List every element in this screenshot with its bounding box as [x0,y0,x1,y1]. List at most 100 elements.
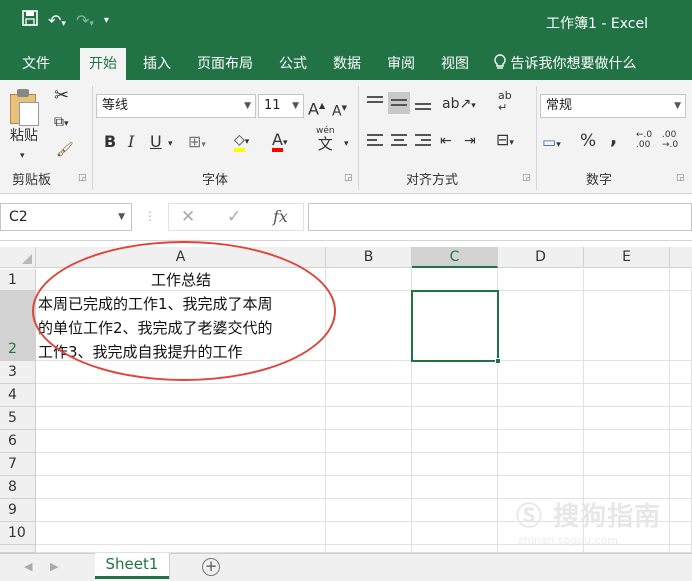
column-header-b[interactable]: B [326,247,412,268]
align-left-icon[interactable] [364,130,386,152]
cell[interactable] [36,407,326,430]
cell[interactable] [412,545,498,553]
clipboard-launcher-icon[interactable]: ◲ [78,173,87,183]
cell[interactable] [670,291,692,361]
cell[interactable] [326,545,412,553]
paste-dropdown-icon[interactable]: ▾ [20,146,25,166]
cell[interactable] [412,499,498,522]
cell[interactable] [326,384,412,407]
row-header-1[interactable]: 1 [0,269,36,291]
tab-view[interactable]: 视图 [432,48,478,80]
accounting-format-icon[interactable]: ▭▾ [542,132,561,155]
cell[interactable] [36,545,326,553]
align-right-icon[interactable] [412,130,434,152]
cell[interactable] [584,269,670,291]
tab-data[interactable]: 数据 [324,48,370,80]
fill-handle[interactable] [495,358,501,364]
cell[interactable] [498,430,584,453]
cell[interactable] [670,407,692,430]
cell[interactable] [412,407,498,430]
phonetic-dropdown-icon[interactable]: ▾ [344,134,349,154]
row-header-5[interactable]: 5 [0,407,36,430]
name-box[interactable]: C2 ▼ [0,203,132,231]
cell[interactable] [498,361,584,384]
cell[interactable] [670,269,692,291]
underline-dropdown-icon[interactable]: ▾ [168,134,173,154]
cell[interactable] [36,361,326,384]
cell[interactable] [670,384,692,407]
cell[interactable] [584,291,670,361]
scroll-left-icon[interactable]: ◀ [24,560,32,573]
formula-input[interactable] [308,203,692,231]
column-header-c[interactable]: C [412,247,498,268]
cell[interactable] [670,453,692,476]
merge-center-icon[interactable]: ⊟▾ [496,130,514,153]
cell[interactable] [326,269,412,291]
paste-label[interactable]: 粘贴 [10,126,38,146]
cell[interactable] [498,407,584,430]
cell[interactable] [412,430,498,453]
cell[interactable] [36,499,326,522]
italic-button[interactable]: I [128,132,134,152]
cell[interactable] [412,269,498,291]
cell[interactable] [498,453,584,476]
increase-font-size-button[interactable]: A▲ [308,96,325,119]
cell[interactable] [412,476,498,499]
phonetic-guide-icon[interactable]: wén 文 [316,126,335,153]
cell[interactable] [670,522,692,545]
column-header-e[interactable]: E [584,247,670,268]
tab-review[interactable]: 审阅 [378,48,424,80]
copy-icon[interactable]: ⧉▾ [54,112,69,134]
decrease-font-size-button[interactable]: A▼ [332,98,347,122]
cell[interactable] [670,361,692,384]
number-format-select[interactable]: 常规 ▼ [540,94,686,118]
cell[interactable] [584,384,670,407]
format-painter-icon[interactable]: 🖌 [56,140,74,160]
cell[interactable] [36,476,326,499]
cell[interactable] [326,407,412,430]
cell[interactable] [36,522,326,545]
font-launcher-icon[interactable]: ◲ [344,173,353,183]
cell[interactable] [670,430,692,453]
column-header-a[interactable]: A [36,247,326,268]
cell-a2[interactable]: 本周已完成的工作1、我完成了本周 的单位工作2、我完成了老婆交代的 工作3、我完… [38,292,328,364]
percent-style-button[interactable]: % [580,131,596,151]
row-header-11[interactable] [0,545,36,553]
middle-align-icon[interactable] [388,92,410,114]
cell[interactable] [584,361,670,384]
cell[interactable] [326,430,412,453]
cell[interactable] [36,384,326,407]
scroll-right-icon[interactable]: ▶ [50,560,58,573]
cell[interactable] [584,453,670,476]
cell[interactable] [412,361,498,384]
cell[interactable] [498,269,584,291]
add-sheet-icon[interactable]: + [202,558,220,576]
cell[interactable] [584,407,670,430]
tab-formulas[interactable]: 公式 [270,48,316,80]
cell[interactable] [326,453,412,476]
orientation-icon[interactable]: ab↗▾ [442,94,476,116]
row-header-10[interactable]: 10 [0,522,36,545]
cell[interactable] [498,384,584,407]
cut-icon[interactable]: ✂ [54,86,69,106]
number-launcher-icon[interactable]: ◲ [676,173,685,183]
redo-icon[interactable]: ↷▾ [76,11,94,30]
row-header-9[interactable]: 9 [0,499,36,522]
sheet-tab-sheet1[interactable]: Sheet1 [95,553,169,579]
decrease-indent-icon[interactable]: ⇤ [440,131,452,151]
cell[interactable] [670,499,692,522]
column-header-d[interactable]: D [498,247,584,268]
font-size-select[interactable]: 11 ▼ [258,94,304,118]
tab-page-layout[interactable]: 页面布局 [188,48,262,80]
underline-button[interactable]: U [150,132,162,152]
customize-icon[interactable]: ▾ [104,15,109,26]
comma-style-button[interactable]: , [610,128,617,148]
active-cell-c2[interactable] [411,290,499,362]
cell[interactable] [326,499,412,522]
row-header-6[interactable]: 6 [0,430,36,453]
paste-button[interactable] [8,88,42,126]
align-center-icon[interactable] [388,130,410,152]
tell-me-box[interactable]: 告诉我你想要做什么 [494,48,636,80]
column-header-f[interactable] [670,247,692,268]
fill-color-icon[interactable]: ◇▾ [234,130,249,152]
